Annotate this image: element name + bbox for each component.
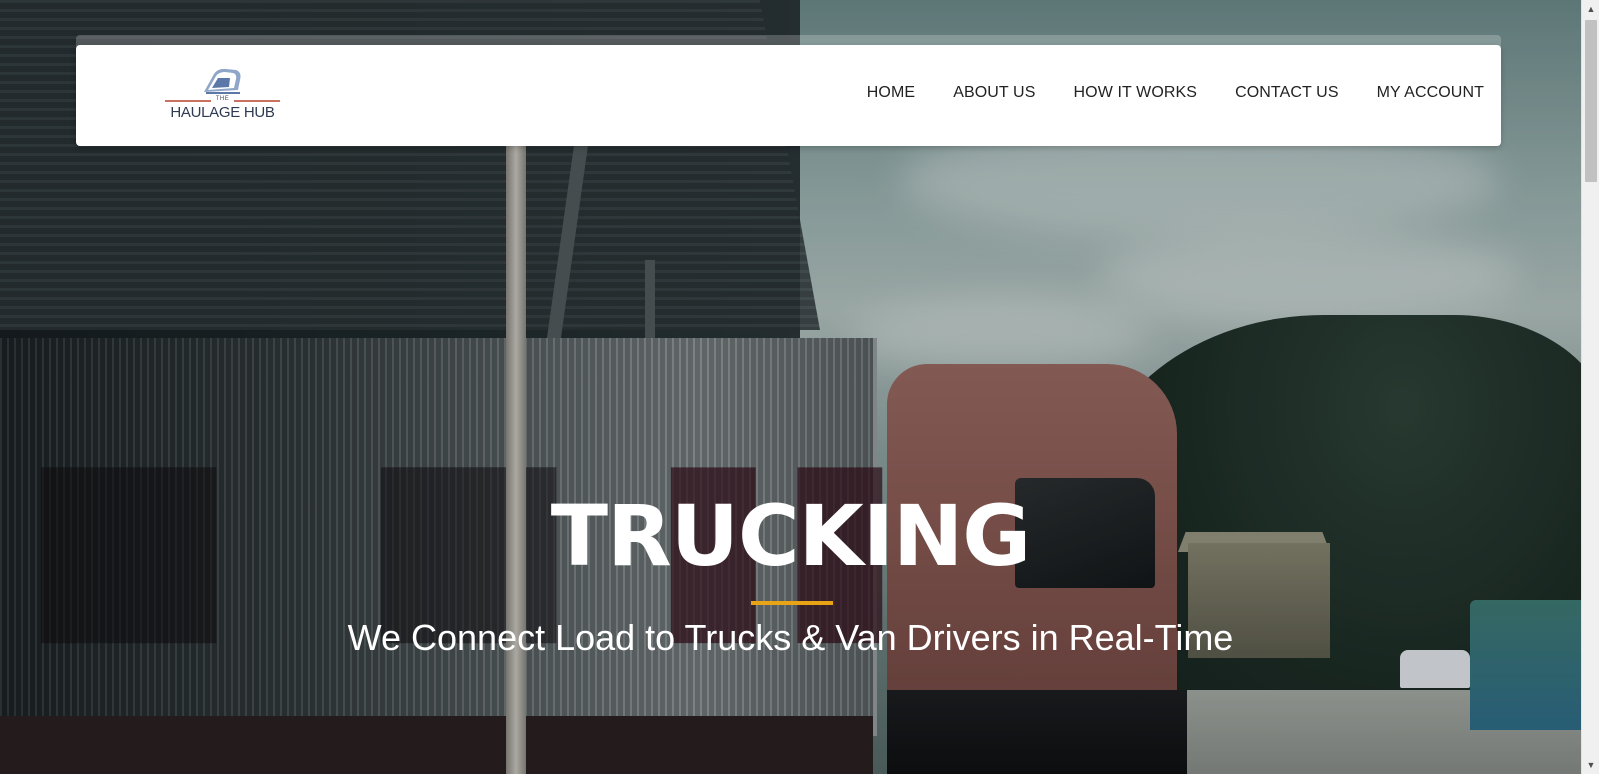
main-nav: HOME ABOUT US HOW IT WORKS CONTACT US MY… <box>867 84 1484 102</box>
logo-name-text: HAULAGE HUB <box>170 104 275 121</box>
nav-how-it-works[interactable]: HOW IT WORKS <box>1074 84 1198 102</box>
nav-my-account[interactable]: MY ACCOUNT <box>1377 84 1484 102</box>
vertical-scrollbar[interactable]: ▲ ▼ <box>1581 0 1599 774</box>
hero-title-underline <box>751 601 833 605</box>
scrollbar-thumb[interactable] <box>1585 20 1597 182</box>
page: ■ ■ ▮▮ THE HAULAGE HUB HOME ABOUT US HOW… <box>0 0 1599 774</box>
logo-rule-right <box>234 100 280 102</box>
chevron-up-icon[interactable]: ▲ <box>1582 0 1599 18</box>
chevron-down-icon[interactable]: ▼ <box>1582 756 1599 774</box>
nav-about-us[interactable]: ABOUT US <box>953 84 1035 102</box>
nav-contact-us[interactable]: CONTACT US <box>1235 84 1339 102</box>
nav-home[interactable]: HOME <box>867 84 915 102</box>
site-logo[interactable]: THE HAULAGE HUB <box>165 64 280 124</box>
hero-title: TRUCKING <box>550 487 1031 585</box>
hero-subtitle: We Connect Load to Trucks & Van Drivers … <box>347 617 1234 658</box>
